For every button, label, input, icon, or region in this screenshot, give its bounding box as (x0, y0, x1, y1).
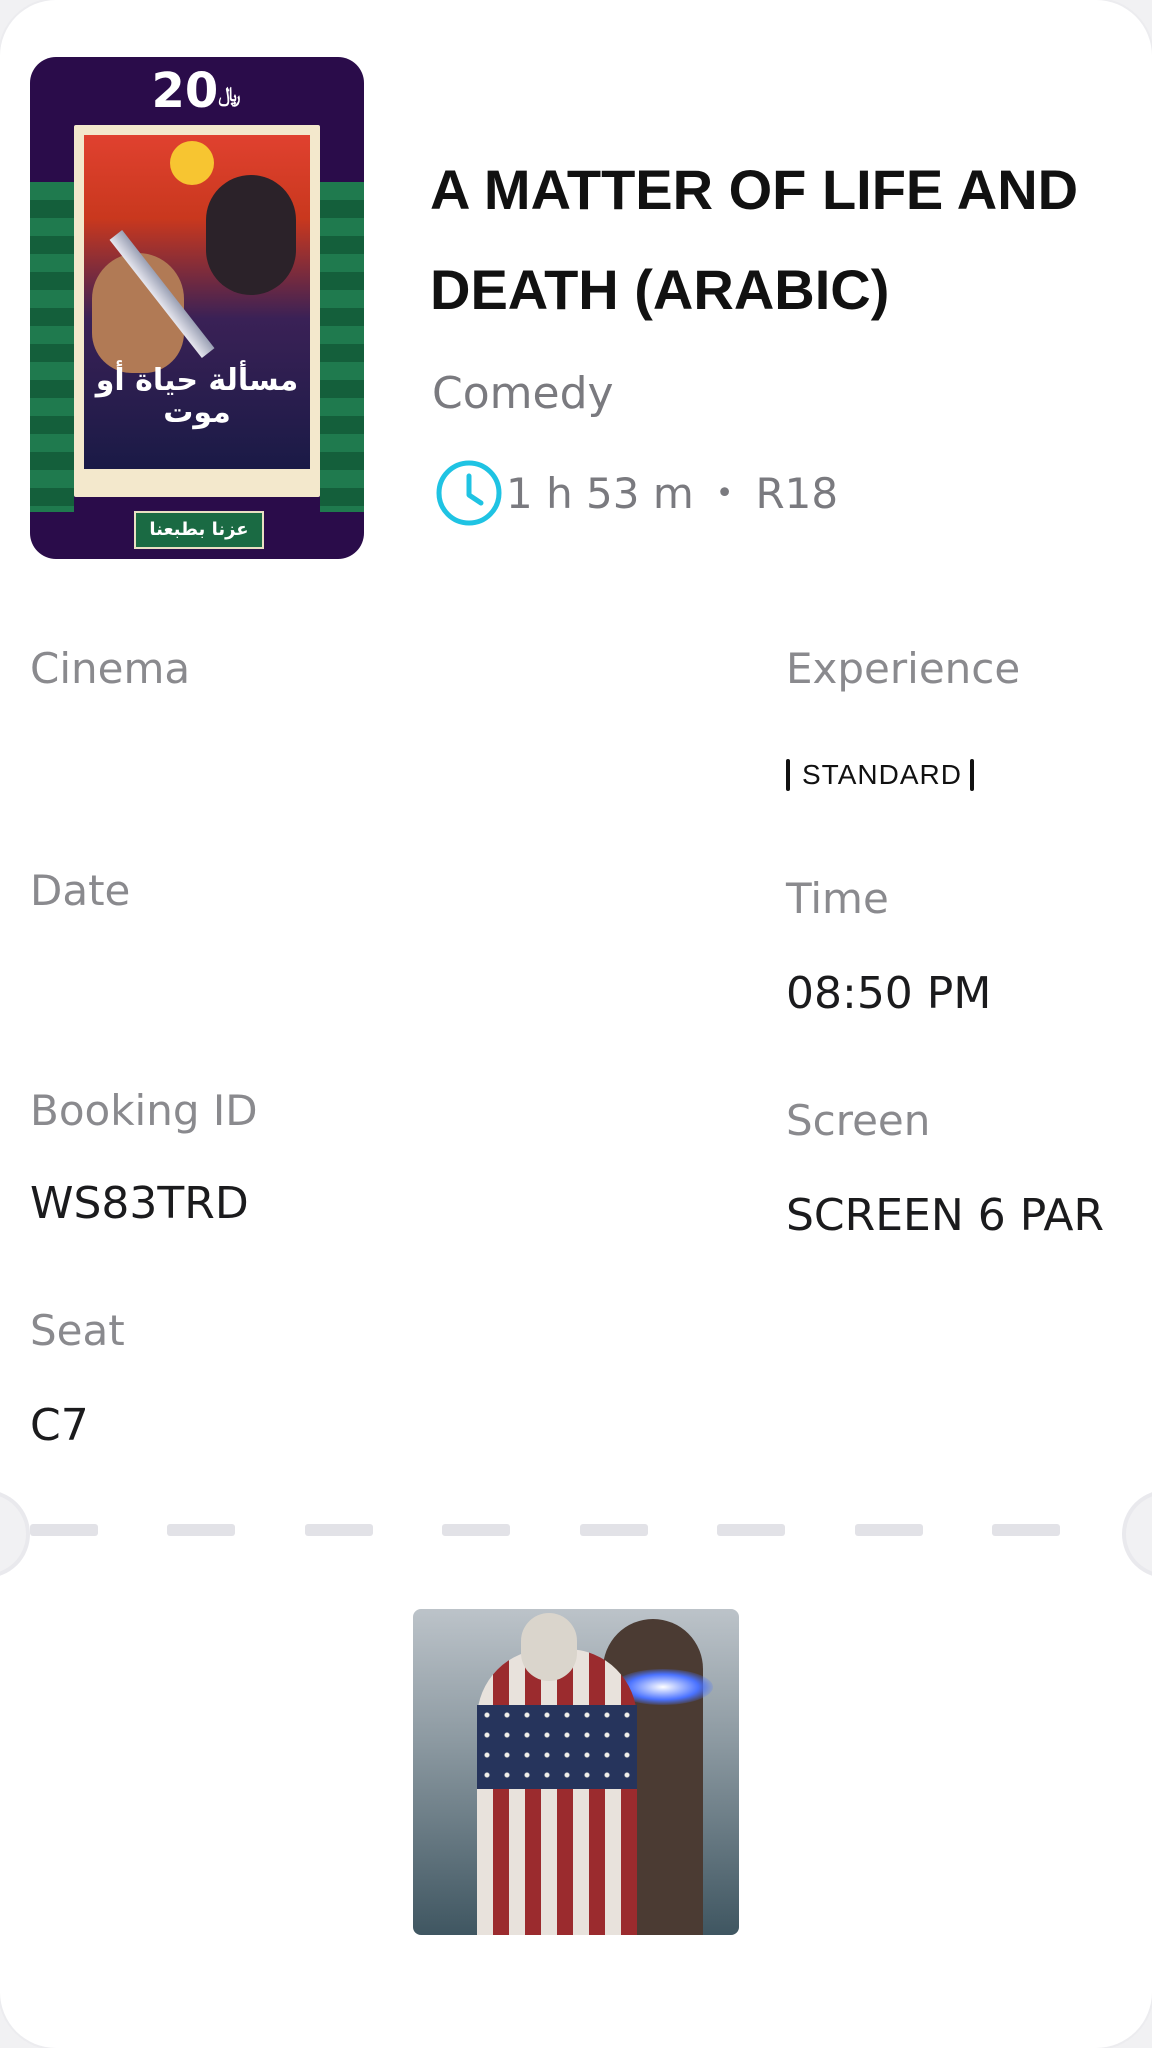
movie-poster[interactable]: ﷼20 مسألة حياة أو موت عزنا بطبعنا (30, 57, 364, 559)
screen-value: SCREEN 6 PAR (786, 1190, 1105, 1241)
poster-pattern-left (30, 182, 74, 512)
divider-dash (442, 1524, 511, 1536)
poster-arabic-title: مسألة حياة أو موت (95, 363, 299, 430)
seat-label: Seat (30, 1306, 125, 1355)
poster-badge: عزنا بطبعنا (134, 511, 264, 549)
poster-price: ﷼20 (30, 63, 364, 119)
ticket-notch-left (0, 1490, 30, 1578)
divider-dash (854, 1524, 923, 1536)
divider-dash (991, 1524, 1060, 1536)
experience-label: Experience (786, 644, 1021, 693)
seat-value: C7 (30, 1400, 89, 1451)
divider-dash (579, 1524, 648, 1536)
promo-figure-head (521, 1613, 577, 1681)
poster-price-value: 20 (151, 63, 219, 119)
poster-currency: ﷼ (218, 82, 241, 106)
meta-separator: • (715, 475, 734, 511)
time-label: Time (786, 874, 889, 923)
clock-icon (436, 460, 502, 526)
promo-figure-left (477, 1649, 637, 1935)
experience-badge: STANDARD (786, 758, 974, 792)
experience-badge-bar-right (969, 759, 974, 791)
promo-flag-cape (477, 1705, 637, 1789)
poster-artwork-frame: مسألة حياة أو موت (74, 125, 320, 497)
divider-dash (717, 1524, 786, 1536)
divider-dash (304, 1524, 373, 1536)
divider-dash (167, 1524, 236, 1536)
poster-actress (206, 175, 296, 295)
ticket-notch-right (1122, 1490, 1152, 1578)
date-label: Date (30, 866, 131, 915)
experience-value: STANDARD (802, 759, 962, 790)
poster-sun (170, 141, 214, 185)
screen-label: Screen (786, 1096, 931, 1145)
movie-genre: Comedy (432, 368, 614, 419)
ticket-tear-divider (30, 1524, 1060, 1536)
booking-id-value: WS83TRD (30, 1178, 249, 1229)
time-value: 08:50 PM (786, 968, 992, 1019)
poster-pattern-right (320, 182, 364, 512)
poster-artwork: مسألة حياة أو موت (84, 135, 310, 469)
movie-meta: 1 h 53 m • R18 (434, 458, 838, 528)
divider-dash (30, 1524, 98, 1536)
movie-rating: R18 (755, 468, 839, 518)
promo-image[interactable] (413, 1609, 739, 1935)
booking-id-label: Booking ID (30, 1086, 258, 1135)
movie-duration: 1 h 53 m (506, 468, 694, 518)
ticket-card: ﷼20 مسألة حياة أو موت عزنا بطبعنا A MATT… (0, 0, 1152, 2048)
experience-badge-bar-left (786, 759, 790, 791)
cinema-label: Cinema (30, 644, 191, 693)
movie-title: A MATTER OF LIFE AND DEATH (ARABIC) (430, 158, 1079, 321)
